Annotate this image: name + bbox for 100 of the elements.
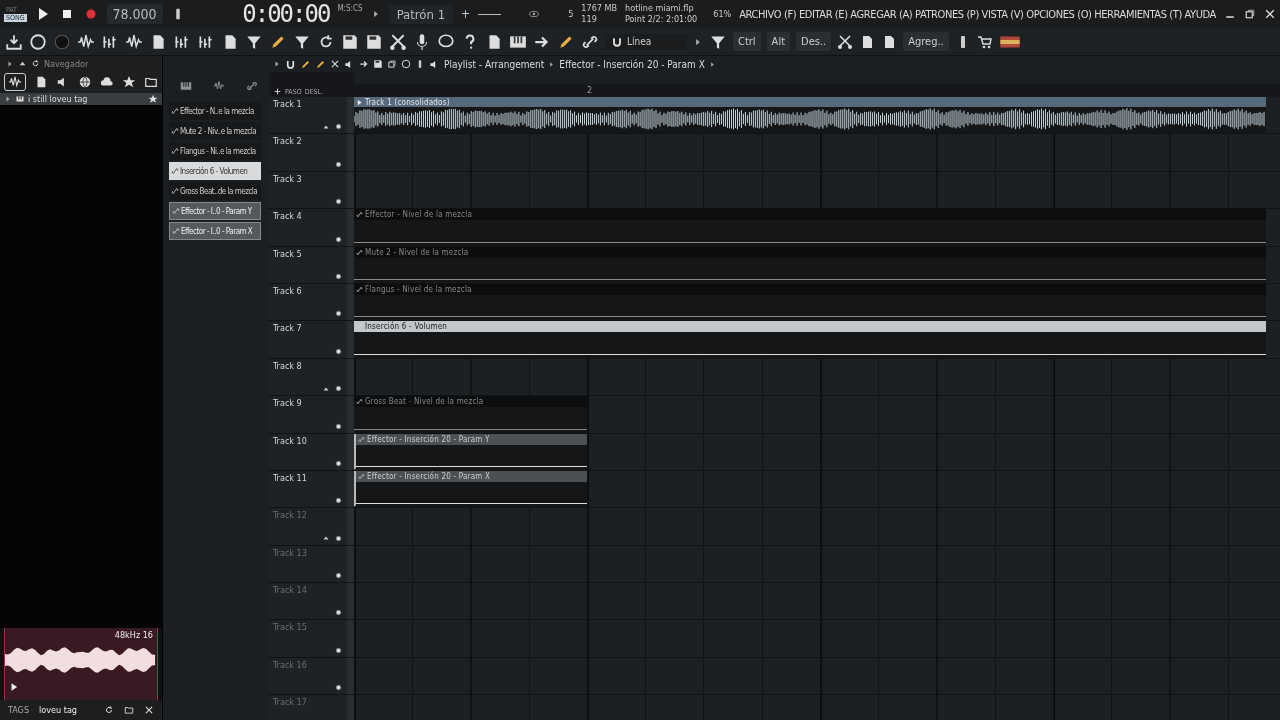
link-icon bbox=[356, 285, 363, 293]
track-name: Track 15 bbox=[273, 622, 308, 633]
toolbar-button[interactable]: Alt bbox=[766, 32, 790, 51]
save-icon[interactable] bbox=[373, 59, 383, 69]
caret-icon bbox=[708, 60, 716, 68]
star-icon[interactable] bbox=[122, 75, 136, 89]
wave-icon[interactable] bbox=[8, 75, 22, 89]
dot-icon[interactable] bbox=[334, 421, 343, 431]
dot-icon[interactable] bbox=[334, 683, 343, 693]
automation-clip[interactable]: Gross Beat - Nivel de la mezcla bbox=[354, 396, 587, 433]
dot-icon[interactable] bbox=[334, 346, 343, 356]
keyboard-icon[interactable] bbox=[179, 80, 192, 92]
dot-icon[interactable] bbox=[334, 309, 343, 319]
memory-usage: 1767 MB bbox=[581, 3, 618, 14]
close-icon[interactable] bbox=[144, 705, 154, 715]
magnet-icon[interactable] bbox=[611, 35, 623, 48]
picker-item[interactable]: Flangus - Ni..e la mezcla bbox=[169, 142, 261, 160]
download-icon[interactable] bbox=[5, 32, 23, 51]
circle-icon[interactable] bbox=[29, 32, 47, 51]
picker-item[interactable]: Inserción 6 - Volumen bbox=[169, 162, 261, 180]
pencil-icon[interactable] bbox=[315, 58, 326, 70]
picker-item[interactable]: Effector - N..e la mezcla bbox=[169, 102, 261, 120]
folder-icon[interactable] bbox=[124, 705, 134, 715]
track-name: Track 11 bbox=[273, 472, 308, 483]
automation-clip[interactable]: Effector - Inserción 20 - Param X bbox=[354, 470, 587, 508]
automation-clip[interactable]: Mute 2 - Nivel de la mezcla bbox=[354, 246, 1266, 283]
dot-icon[interactable] bbox=[334, 608, 343, 618]
dot-icon[interactable] bbox=[334, 496, 343, 506]
automation-clip[interactable]: Effector - Nivel de la mezcla bbox=[354, 209, 1266, 246]
circle-icon[interactable] bbox=[401, 59, 411, 69]
breadcrumb-item[interactable]: Playlist - Arrangement bbox=[444, 58, 545, 70]
refresh-icon[interactable] bbox=[31, 59, 40, 68]
audio-clip[interactable]: Track 1 (consolidados) bbox=[354, 97, 1266, 134]
restore-icon[interactable] bbox=[387, 59, 397, 69]
save-icon[interactable] bbox=[365, 32, 383, 51]
caret-icon bbox=[4, 95, 12, 103]
dot-icon[interactable] bbox=[334, 571, 343, 581]
pattern-selector[interactable]: Patrón 1 bbox=[388, 4, 454, 24]
track-name: Track 2 bbox=[273, 136, 303, 147]
dot-icon[interactable] bbox=[334, 645, 343, 655]
track-name: Track 4 bbox=[273, 211, 303, 222]
eye-icon[interactable] bbox=[528, 8, 541, 20]
track-name: Track 17 bbox=[273, 697, 308, 708]
dot-icon[interactable] bbox=[334, 458, 343, 468]
dot-icon[interactable] bbox=[334, 533, 343, 543]
track-name: Track 13 bbox=[273, 547, 308, 558]
scissors-icon[interactable] bbox=[389, 32, 407, 51]
arrow-icon[interactable] bbox=[359, 59, 369, 69]
folder-icon[interactable] bbox=[144, 75, 158, 89]
tags-value[interactable]: loveu tag bbox=[39, 705, 94, 715]
pencil-icon[interactable] bbox=[300, 58, 311, 70]
magnet-icon[interactable] bbox=[285, 58, 296, 70]
dot-icon[interactable] bbox=[334, 159, 343, 169]
link-icon[interactable] bbox=[246, 80, 259, 92]
add-pattern-button[interactable]: + bbox=[461, 7, 471, 21]
wave-icon[interactable] bbox=[77, 32, 95, 51]
picker-item[interactable]: Mute 2 - Niv..e la mezcla bbox=[169, 122, 261, 140]
picker-item[interactable]: Effector - I..0 - Param Y bbox=[169, 202, 261, 220]
play-icon[interactable] bbox=[9, 682, 19, 692]
picker-item[interactable]: Effector - I..0 - Param X bbox=[169, 222, 261, 240]
main-menu[interactable]: ARCHIVO (F) EDITAR (E) AGREGAR (A) PATRONES (P) VISTA (V) OPCIONES (O) HERRAMIENTAS (T) AYUDA bbox=[739, 7, 1216, 21]
browser-item[interactable]: i still loveu tag bbox=[0, 93, 162, 105]
star-icon[interactable] bbox=[148, 94, 158, 104]
caret-icon[interactable] bbox=[273, 60, 281, 68]
breadcrumb-item[interactable]: Effector - Inserción 20 - Param X bbox=[559, 58, 705, 70]
dot-icon[interactable] bbox=[334, 234, 343, 244]
caret-icon[interactable] bbox=[6, 59, 14, 68]
scissors-icon[interactable] bbox=[837, 33, 854, 50]
toolbar-button[interactable]: Des.. bbox=[796, 32, 832, 51]
automation-clip[interactable]: Flangus - Nivel de la mezcla bbox=[354, 283, 1266, 321]
up-arrow-icon[interactable] bbox=[18, 59, 27, 68]
link-icon bbox=[358, 472, 365, 480]
cart-icon[interactable] bbox=[976, 33, 993, 50]
dot-icon[interactable] bbox=[334, 122, 343, 132]
close-icon[interactable] bbox=[330, 59, 340, 69]
picker-item[interactable]: Gross Beat..de la mezcla bbox=[169, 182, 261, 200]
cloud-icon[interactable] bbox=[100, 75, 114, 89]
automation-clip[interactable]: Inserción 6 - Volumen bbox=[354, 321, 1266, 358]
toolbar-button[interactable]: Agreg.. bbox=[903, 32, 949, 51]
refresh-icon[interactable] bbox=[104, 705, 114, 715]
globe-icon[interactable] bbox=[78, 75, 92, 89]
wave-icon[interactable] bbox=[125, 32, 143, 51]
project-file-name: hotline miami.flp bbox=[625, 3, 695, 14]
track-name: Track 10 bbox=[273, 435, 308, 446]
toolbar-button[interactable]: Ctrl bbox=[733, 32, 761, 51]
track-name: Track 12 bbox=[273, 510, 308, 521]
dot-icon[interactable] bbox=[334, 271, 343, 281]
dot-icon[interactable] bbox=[334, 197, 343, 207]
save-icon[interactable] bbox=[341, 32, 359, 51]
restore-icon[interactable] bbox=[1244, 8, 1256, 20]
link-icon bbox=[171, 187, 179, 195]
up-arrow-icon[interactable] bbox=[322, 534, 330, 543]
link-icon bbox=[356, 211, 363, 219]
tempo-display[interactable]: 78.000 bbox=[106, 4, 163, 24]
clip-label: Mute 2 - Nivel de la mezcla bbox=[365, 247, 469, 257]
automation-clip[interactable]: Effector - Inserción 20 - Param Y bbox=[354, 433, 587, 470]
dot-icon[interactable] bbox=[334, 384, 343, 394]
snap-selector[interactable]: Línea bbox=[627, 36, 652, 47]
plus-icon[interactable] bbox=[273, 87, 282, 96]
close-icon[interactable] bbox=[1264, 8, 1276, 20]
